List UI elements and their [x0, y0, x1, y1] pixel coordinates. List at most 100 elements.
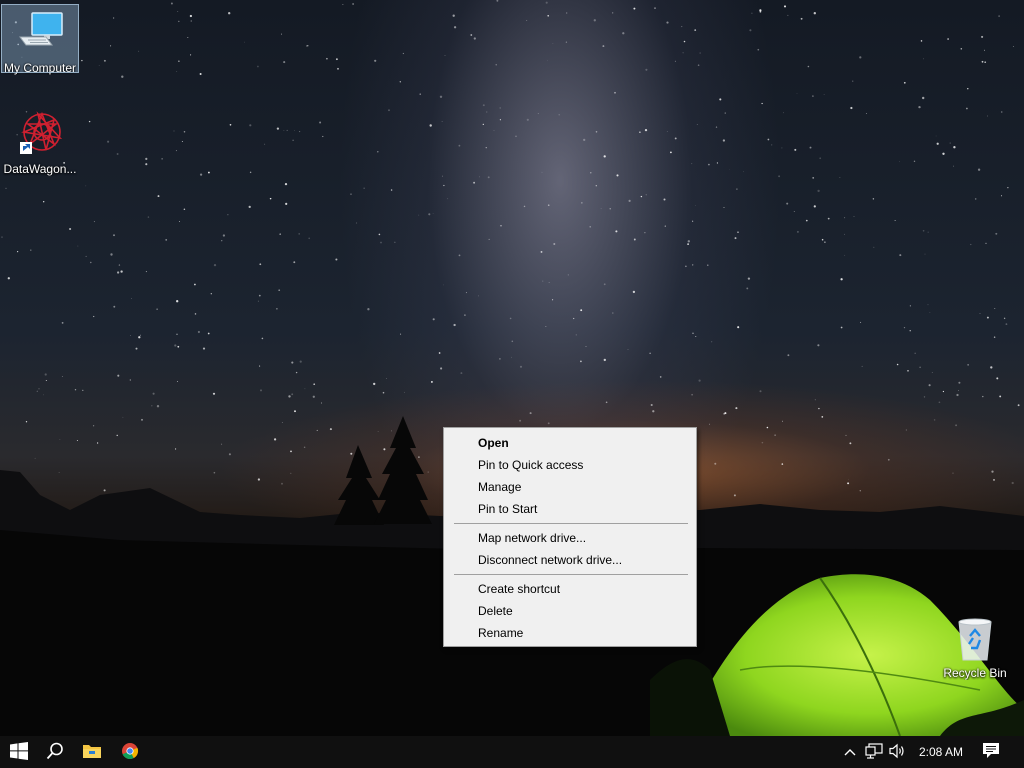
- star: [116, 153, 119, 155]
- star: [974, 198, 977, 200]
- start-button[interactable]: [0, 736, 38, 768]
- star: [813, 205, 816, 208]
- desktop[interactable]: My Computer DataWagon... Recycle Bin Ope…: [0, 0, 1024, 736]
- star: [627, 349, 629, 351]
- star: [786, 202, 789, 205]
- star: [852, 80, 854, 82]
- star: [36, 390, 38, 392]
- star: [473, 37, 476, 40]
- star: [176, 333, 178, 336]
- star: [77, 245, 79, 247]
- star: [430, 380, 433, 383]
- star: [800, 17, 803, 20]
- action-center-button[interactable]: [978, 736, 1004, 768]
- star: [928, 384, 931, 387]
- star: [1007, 187, 1009, 189]
- star: [807, 65, 810, 68]
- star: [453, 26, 457, 29]
- star: [583, 138, 586, 142]
- menu-item-open[interactable]: Open: [444, 432, 696, 454]
- star: [342, 3, 344, 5]
- star: [121, 75, 124, 78]
- menu-item-manage[interactable]: Manage: [444, 476, 696, 498]
- star: [74, 389, 77, 391]
- menu-item-disconnect-network-drive[interactable]: Disconnect network drive...: [444, 549, 696, 571]
- star: [441, 175, 443, 177]
- desktop-icon-recycle-bin[interactable]: Recycle Bin: [936, 614, 1014, 680]
- star: [526, 20, 528, 22]
- star: [145, 157, 148, 161]
- star: [590, 172, 592, 174]
- star: [447, 198, 449, 200]
- menu-item-map-network-drive[interactable]: Map network drive...: [444, 527, 696, 549]
- star: [264, 143, 266, 145]
- star: [666, 131, 668, 133]
- star: [259, 263, 262, 266]
- star: [685, 265, 687, 268]
- volume-button[interactable]: [886, 736, 910, 768]
- desktop-icon-label: Recycle Bin: [943, 666, 1007, 680]
- chrome-button[interactable]: [111, 736, 149, 768]
- star: [681, 26, 683, 28]
- star: [400, 333, 402, 335]
- star: [261, 337, 264, 340]
- taskbar-clock[interactable]: 2:08 AM: [912, 736, 970, 768]
- star: [85, 185, 87, 187]
- star: [229, 123, 232, 126]
- star: [496, 0, 499, 2]
- star: [419, 93, 421, 95]
- star: [699, 52, 701, 54]
- star: [61, 321, 64, 324]
- star: [609, 208, 611, 210]
- star: [428, 213, 431, 216]
- star: [724, 112, 726, 114]
- desktop-icon-my-computer[interactable]: My Computer: [1, 4, 79, 75]
- star: [43, 201, 45, 203]
- show-hidden-icons-button[interactable]: [840, 736, 860, 768]
- star: [145, 163, 148, 166]
- star: [840, 278, 843, 281]
- star: [923, 396, 926, 398]
- star: [178, 20, 180, 23]
- star: [580, 309, 583, 312]
- star: [444, 55, 446, 56]
- file-explorer-button[interactable]: [73, 736, 111, 768]
- star: [844, 254, 846, 256]
- star: [565, 41, 568, 43]
- menu-item-rename[interactable]: Rename: [444, 622, 696, 644]
- star: [257, 65, 259, 68]
- star: [850, 106, 853, 110]
- star: [664, 225, 666, 227]
- menu-item-pin-start[interactable]: Pin to Start: [444, 498, 696, 520]
- star: [981, 60, 984, 63]
- star: [899, 161, 900, 163]
- star: [552, 299, 554, 301]
- star: [61, 376, 63, 377]
- star: [335, 258, 338, 261]
- star: [244, 41, 245, 43]
- star: [663, 198, 666, 201]
- star: [194, 313, 197, 315]
- star: [817, 189, 820, 193]
- menu-item-delete[interactable]: Delete: [444, 600, 696, 622]
- menu-separator: [454, 523, 688, 524]
- menu-item-create-shortcut[interactable]: Create shortcut: [444, 578, 696, 600]
- star: [936, 142, 939, 145]
- star: [687, 240, 690, 243]
- desktop-icon-datawagon[interactable]: DataWagon...: [2, 108, 78, 176]
- star: [682, 52, 684, 54]
- star: [793, 211, 795, 212]
- star: [683, 40, 686, 43]
- star: [616, 174, 619, 177]
- star: [674, 137, 677, 140]
- star: [515, 135, 517, 138]
- star: [552, 43, 554, 44]
- star: [747, 277, 751, 280]
- network-button[interactable]: [862, 736, 886, 768]
- star: [1000, 195, 1003, 197]
- star: [482, 104, 485, 107]
- star: [165, 239, 168, 241]
- star: [670, 151, 672, 154]
- menu-item-pin-quick-access[interactable]: Pin to Quick access: [444, 454, 696, 476]
- search-button[interactable]: [36, 736, 74, 768]
